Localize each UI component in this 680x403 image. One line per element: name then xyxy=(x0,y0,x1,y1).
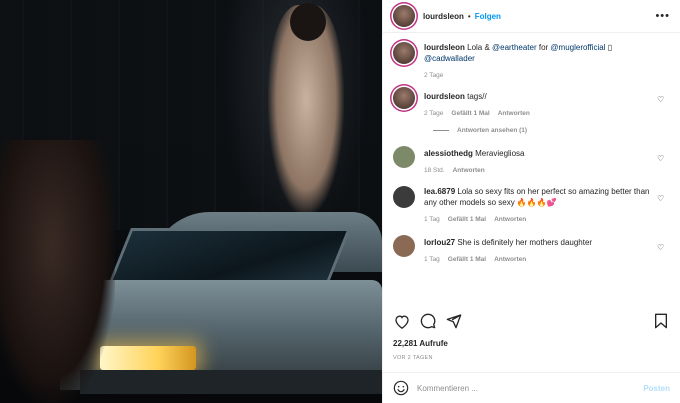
timestamp[interactable]: 1 Tag xyxy=(424,216,440,223)
comment-item: alessiothedg Meraviegliosa 18 Std. Antwor… xyxy=(393,146,670,174)
add-comment-bar: Posten xyxy=(383,372,680,403)
caption-text-part: for xyxy=(536,43,551,52)
comment-text: lea.6879 Lola so sexy fits on her perfec… xyxy=(424,186,652,208)
comment-item: lea.6879 Lola so sexy fits on her perfec… xyxy=(393,186,670,223)
mention-link[interactable]: @cadwallader xyxy=(424,54,475,63)
caption-meta: 2 Tage xyxy=(424,72,652,79)
comment-meta: 1 Tag Gefällt 1 Mal Antworten xyxy=(424,216,652,223)
comment-icon[interactable] xyxy=(419,312,437,330)
comment-item: lourdsleon tags// 2 Tage Gefällt 1 Mal Ant… xyxy=(393,87,670,117)
comment-body: tags// xyxy=(464,92,487,101)
heart-icon[interactable]: ♡ xyxy=(657,95,666,104)
view-replies-button[interactable]: Antworten ansehen (1) xyxy=(433,127,670,134)
more-options-icon[interactable]: ••• xyxy=(655,10,670,22)
post-viewer: lourdsleon • Folgen ••• lourdsleon Lola … xyxy=(0,0,680,403)
timestamp[interactable]: 2 Tage xyxy=(424,72,443,79)
avatar[interactable] xyxy=(393,42,415,64)
avatar[interactable] xyxy=(393,186,415,208)
separator-dot: • xyxy=(467,11,471,21)
caption-username[interactable]: lourdsleon xyxy=(424,43,465,52)
comment-username[interactable]: lorlou27 xyxy=(424,238,455,247)
comment-body: Meraviegliosa xyxy=(472,149,525,158)
comment-meta: 18 Std. Antworten xyxy=(424,167,652,174)
bookmark-icon[interactable] xyxy=(652,312,670,330)
comment-text: lorlou27 She is definitely her mothers d… xyxy=(424,237,652,248)
comment-username[interactable]: alessiothedg xyxy=(424,149,473,158)
post-header: lourdsleon • Folgen ••• xyxy=(383,0,680,33)
comments-list[interactable]: lourdsleon Lola & @eartheater for @mugle… xyxy=(383,34,680,302)
emoji-icon[interactable] xyxy=(393,380,409,396)
avatar[interactable] xyxy=(393,235,415,257)
follow-button[interactable]: Folgen xyxy=(475,12,501,21)
timestamp[interactable]: 1 Tag xyxy=(424,256,440,263)
heart-icon[interactable] xyxy=(393,312,411,330)
timestamp[interactable]: 2 Tage xyxy=(424,110,443,117)
comment-text: alessiothedg Meraviegliosa xyxy=(424,148,652,159)
heart-icon[interactable]: ♡ xyxy=(657,243,666,252)
caption-text-part: ▯ xyxy=(605,43,613,52)
heart-icon[interactable]: ♡ xyxy=(657,154,666,163)
avatar[interactable] xyxy=(393,5,415,27)
caption-text: lourdsleon Lola & @eartheater for @mugle… xyxy=(424,42,652,64)
reply-button[interactable]: Antworten xyxy=(494,256,526,263)
dancer-hair xyxy=(290,3,326,41)
header-username[interactable]: lourdsleon xyxy=(423,12,464,21)
reply-button[interactable]: Antworten xyxy=(453,167,485,174)
comment-input[interactable] xyxy=(417,383,644,393)
post-date[interactable]: VOR 2 TAGEN xyxy=(393,355,433,361)
foreground-figure xyxy=(0,140,115,403)
timestamp[interactable]: 18 Std. xyxy=(424,167,445,174)
reply-button[interactable]: Antworten xyxy=(498,110,530,117)
views-count[interactable]: 22,281 Aufrufe xyxy=(393,339,448,348)
replies-line xyxy=(433,130,449,131)
likes-count[interactable]: Gefällt 1 Mal xyxy=(448,256,486,263)
avatar[interactable] xyxy=(393,87,415,109)
comment-item: lorlou27 She is definitely her mothers d… xyxy=(393,235,670,263)
heart-icon[interactable]: ♡ xyxy=(657,194,666,203)
comment-username[interactable]: lourdsleon xyxy=(424,92,465,101)
post-video[interactable] xyxy=(0,0,382,403)
caption-text-part: Lola & xyxy=(464,43,493,52)
comment-text: lourdsleon tags// xyxy=(424,91,652,102)
comment-username[interactable]: lea.6879 xyxy=(424,187,455,196)
action-bar xyxy=(393,309,670,333)
comment-meta: 2 Tage Gefällt 1 Mal Antworten xyxy=(424,110,652,117)
caption: lourdsleon Lola & @eartheater for @mugle… xyxy=(393,42,670,79)
likes-count[interactable]: Gefällt 1 Mal xyxy=(448,216,486,223)
mention-link[interactable]: @eartheater xyxy=(492,43,537,52)
comment-body: Lola so sexy fits on her perfect so amaz… xyxy=(424,187,650,207)
comment-meta: 1 Tag Gefällt 1 Mal Antworten xyxy=(424,256,652,263)
likes-count[interactable]: Gefällt 1 Mal xyxy=(451,110,489,117)
post-panel: lourdsleon • Folgen ••• lourdsleon Lola … xyxy=(382,0,680,403)
comment-body: She is definitely her mothers daughter xyxy=(455,238,593,247)
share-icon[interactable] xyxy=(445,312,463,330)
car-bumper xyxy=(80,370,382,394)
reply-button[interactable]: Antworten xyxy=(494,216,526,223)
view-replies-label: Antworten ansehen (1) xyxy=(457,127,528,134)
mention-link[interactable]: @muglerofficial xyxy=(550,43,605,52)
post-comment-button[interactable]: Posten xyxy=(643,384,670,393)
avatar[interactable] xyxy=(393,146,415,168)
